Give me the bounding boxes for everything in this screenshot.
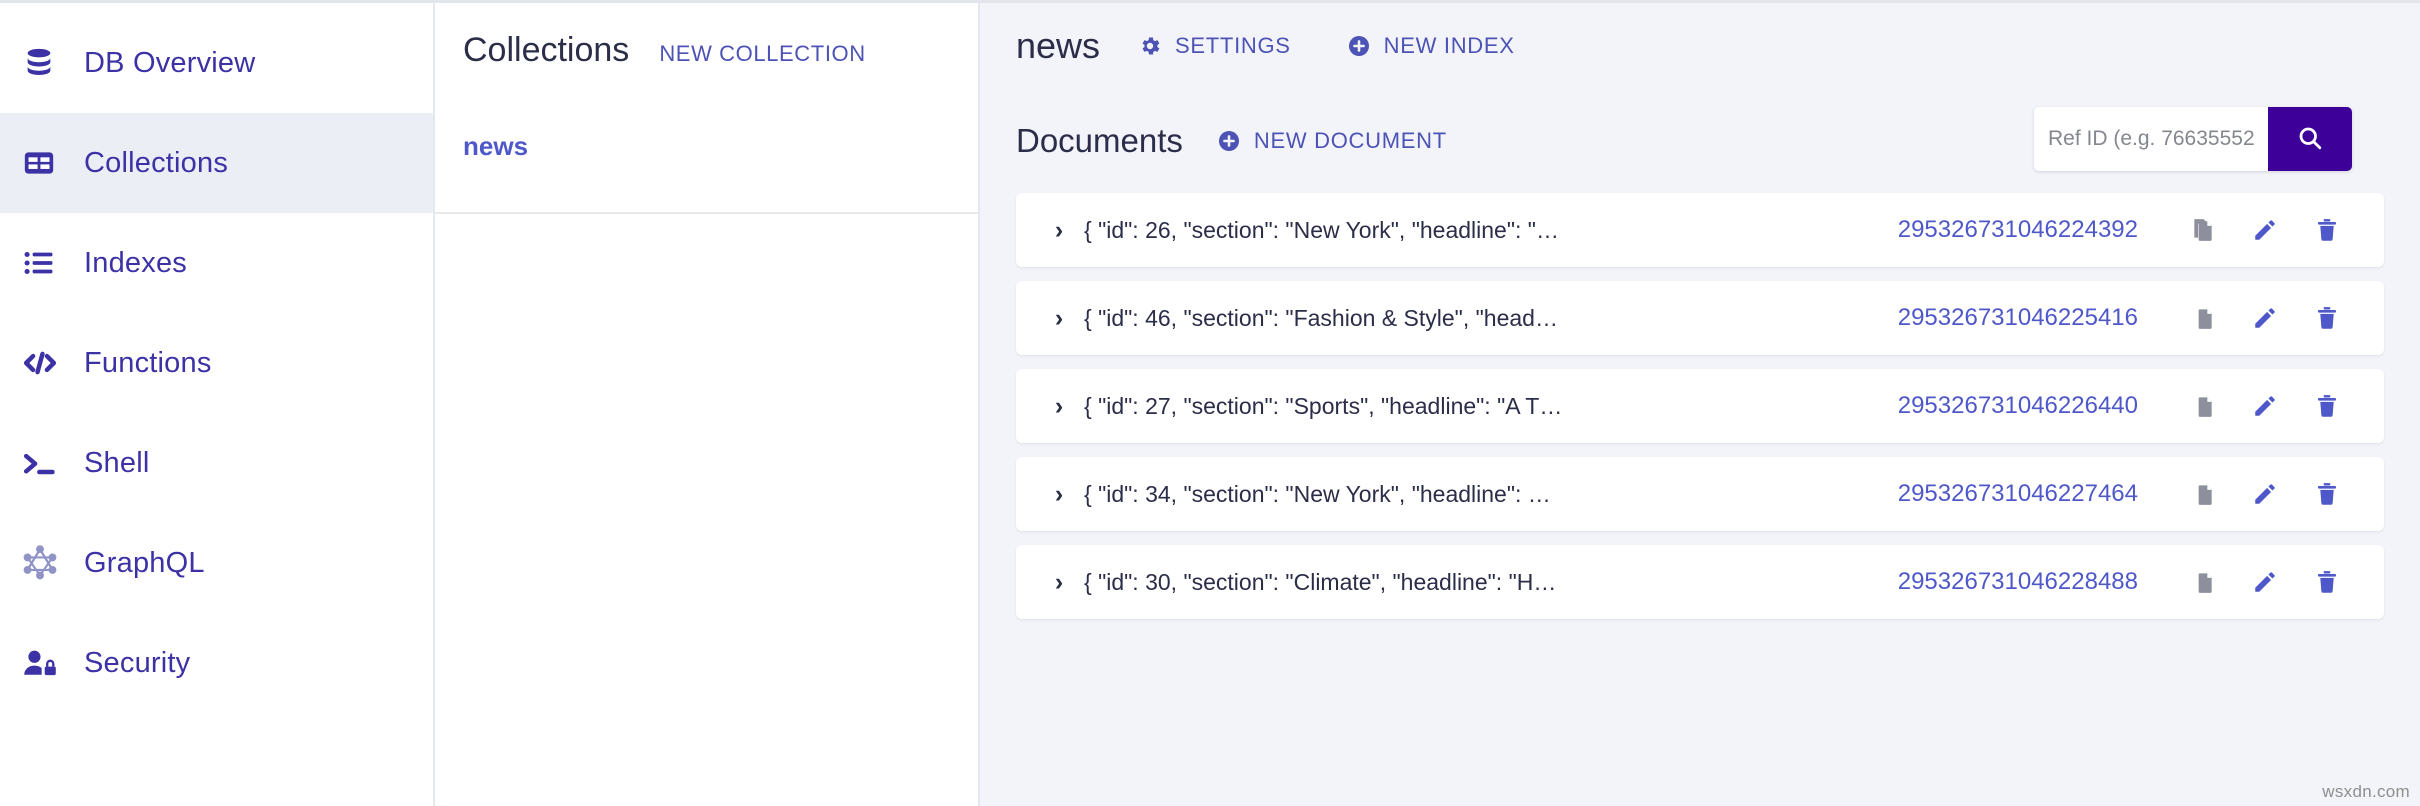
document-ref-id[interactable]: 295326731046227464 bbox=[1898, 480, 2138, 508]
sidebar-item-graphql[interactable]: GraphQL bbox=[0, 513, 433, 613]
document-ref-id[interactable]: 295326731046225416 bbox=[1898, 304, 2138, 332]
gear-icon bbox=[1138, 34, 1162, 58]
document-preview[interactable]: { "id": 26, "section": "New York", "head… bbox=[1076, 217, 1898, 244]
document-preview[interactable]: { "id": 34, "section": "New York", "head… bbox=[1076, 481, 1898, 508]
chevron-right-icon[interactable]: › bbox=[1042, 480, 1076, 509]
main-header: news SETTINGS NEW INDEX bbox=[980, 3, 2420, 89]
edit-icon[interactable] bbox=[2234, 393, 2296, 419]
collection-item-news[interactable]: news bbox=[463, 125, 978, 172]
edit-icon[interactable] bbox=[2234, 481, 2296, 507]
document-preview[interactable]: { "id": 27, "section": "Sports", "headli… bbox=[1076, 393, 1898, 420]
documents-toolbar: Documents NEW DOCUMENT bbox=[980, 89, 2420, 193]
sidebar-item-label: Functions bbox=[84, 347, 212, 380]
sidebar-item-security[interactable]: Security bbox=[0, 613, 433, 713]
user-lock-icon bbox=[22, 646, 84, 680]
sidebar: DB Overview Collections bbox=[0, 3, 435, 806]
sidebar-item-indexes[interactable]: Indexes bbox=[0, 213, 433, 313]
list-icon bbox=[22, 246, 84, 280]
edit-icon[interactable] bbox=[2234, 217, 2296, 243]
copy-icon[interactable] bbox=[2172, 481, 2234, 507]
chevron-right-icon[interactable]: › bbox=[1042, 392, 1076, 421]
search-button[interactable] bbox=[2268, 107, 2352, 171]
sidebar-item-db-overview[interactable]: DB Overview bbox=[0, 13, 433, 113]
chevron-right-icon[interactable]: › bbox=[1042, 568, 1076, 597]
collections-panel: Collections NEW COLLECTION news bbox=[435, 3, 980, 806]
copy-icon[interactable] bbox=[2172, 569, 2234, 595]
table-row[interactable]: › { "id": 27, "section": "Sports", "head… bbox=[1016, 369, 2384, 443]
sidebar-item-functions[interactable]: Functions bbox=[0, 313, 433, 413]
chevron-right-icon[interactable]: › bbox=[1042, 216, 1076, 245]
plus-circle-icon bbox=[1217, 129, 1241, 153]
new-index-button[interactable]: NEW INDEX bbox=[1347, 33, 1515, 59]
sidebar-item-label: Collections bbox=[84, 147, 228, 180]
delete-icon[interactable] bbox=[2296, 393, 2358, 419]
new-index-label: NEW INDEX bbox=[1384, 33, 1515, 59]
search-bar bbox=[2034, 107, 2352, 171]
chevron-right-icon[interactable]: › bbox=[1042, 304, 1076, 333]
search-input[interactable] bbox=[2034, 107, 2268, 171]
edit-icon[interactable] bbox=[2234, 305, 2296, 331]
plus-circle-icon bbox=[1347, 34, 1371, 58]
copy-icon[interactable] bbox=[2172, 217, 2234, 243]
settings-label: SETTINGS bbox=[1175, 33, 1291, 59]
delete-icon[interactable] bbox=[2296, 569, 2358, 595]
table-row[interactable]: › { "id": 46, "section": "Fashion & Styl… bbox=[1016, 281, 2384, 355]
delete-icon[interactable] bbox=[2296, 217, 2358, 243]
new-document-button[interactable]: NEW DOCUMENT bbox=[1217, 128, 1447, 154]
copy-icon[interactable] bbox=[2172, 305, 2234, 331]
documents-list: › { "id": 26, "section": "New York", "he… bbox=[980, 193, 2420, 619]
code-icon bbox=[22, 346, 84, 380]
delete-icon[interactable] bbox=[2296, 481, 2358, 507]
collections-title: Collections bbox=[463, 31, 629, 70]
database-icon bbox=[22, 46, 84, 80]
sidebar-item-label: DB Overview bbox=[84, 47, 255, 80]
documents-title: Documents bbox=[1016, 122, 1183, 160]
main-panel: news SETTINGS NEW INDEX bbox=[980, 3, 2420, 806]
new-document-label: NEW DOCUMENT bbox=[1254, 128, 1447, 154]
sidebar-item-label: Security bbox=[84, 647, 190, 680]
new-collection-button[interactable]: NEW COLLECTION bbox=[659, 41, 865, 67]
delete-icon[interactable] bbox=[2296, 305, 2358, 331]
collections-header: Collections NEW COLLECTION bbox=[463, 31, 978, 89]
document-ref-id[interactable]: 295326731046228488 bbox=[1898, 568, 2138, 596]
table-row[interactable]: › { "id": 30, "section": "Climate", "hea… bbox=[1016, 545, 2384, 619]
document-ref-id[interactable]: 295326731046226440 bbox=[1898, 392, 2138, 420]
collection-list: news bbox=[463, 125, 978, 172]
terminal-icon bbox=[22, 446, 84, 480]
collections-card: Collections NEW COLLECTION news bbox=[435, 3, 978, 214]
document-ref-id[interactable]: 295326731046224392 bbox=[1898, 216, 2138, 244]
page-title: news bbox=[1016, 25, 1100, 67]
sidebar-item-collections[interactable]: Collections bbox=[0, 113, 433, 213]
sidebar-item-label: Indexes bbox=[84, 247, 187, 280]
search-icon bbox=[2296, 124, 2324, 155]
sidebar-item-shell[interactable]: Shell bbox=[0, 413, 433, 513]
document-preview[interactable]: { "id": 30, "section": "Climate", "headl… bbox=[1076, 569, 1898, 596]
copy-icon[interactable] bbox=[2172, 393, 2234, 419]
table-row[interactable]: › { "id": 34, "section": "New York", "he… bbox=[1016, 457, 2384, 531]
sidebar-item-label: Shell bbox=[84, 447, 150, 480]
document-preview[interactable]: { "id": 46, "section": "Fashion & Style"… bbox=[1076, 305, 1898, 332]
settings-button[interactable]: SETTINGS bbox=[1138, 33, 1291, 59]
edit-icon[interactable] bbox=[2234, 569, 2296, 595]
table-icon bbox=[22, 146, 84, 180]
watermark: wsxdn.com bbox=[2322, 782, 2410, 802]
app-root: DB Overview Collections bbox=[0, 0, 2420, 806]
graphql-icon bbox=[22, 545, 84, 581]
table-row[interactable]: › { "id": 26, "section": "New York", "he… bbox=[1016, 193, 2384, 267]
sidebar-item-label: GraphQL bbox=[84, 547, 205, 580]
